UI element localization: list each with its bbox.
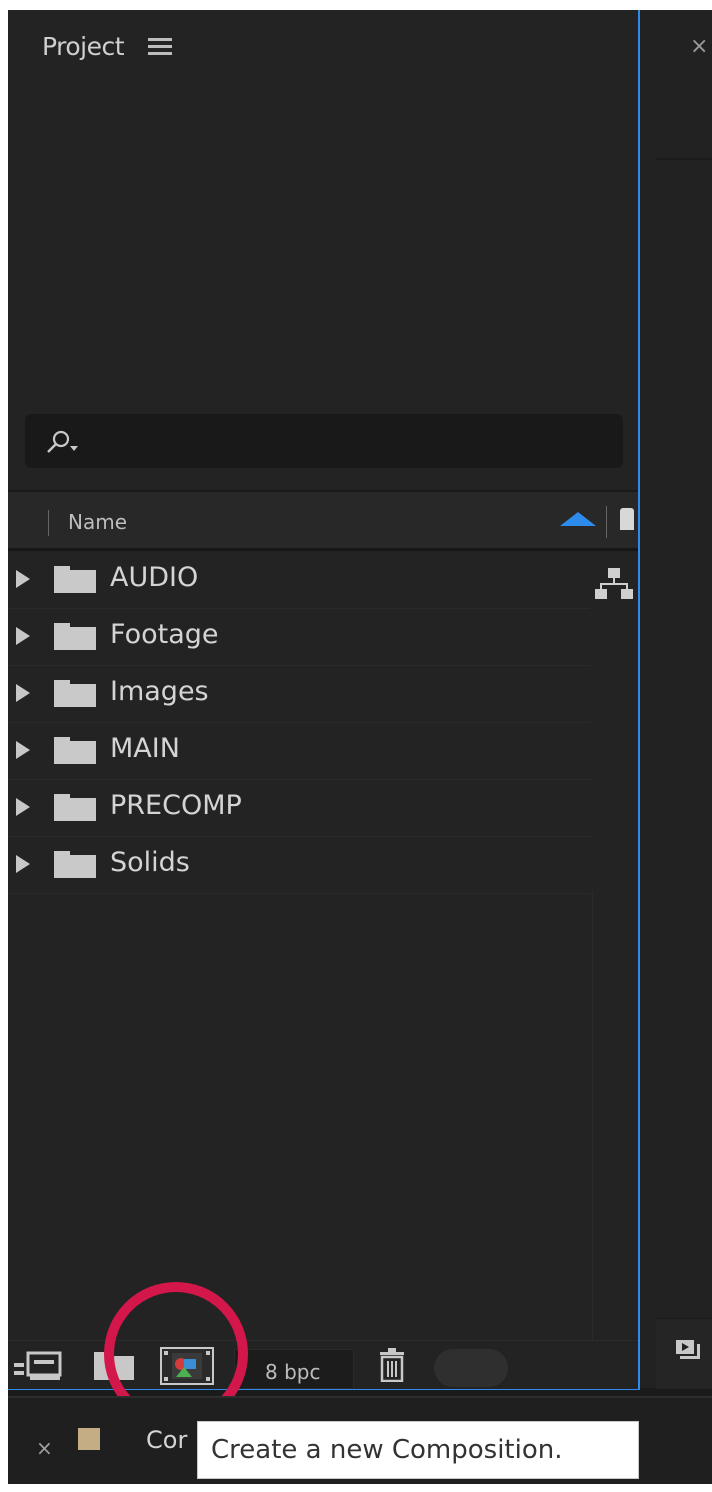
frame-left xyxy=(0,0,8,1492)
folder-icon xyxy=(54,680,96,707)
list-item-footage[interactable]: Footage xyxy=(8,609,590,666)
columns-header: Name xyxy=(8,490,638,551)
panel-header: Project xyxy=(8,10,638,82)
close-icon[interactable]: × xyxy=(690,34,708,59)
list-item-main[interactable]: MAIN xyxy=(8,723,590,780)
frame-bottom xyxy=(0,1484,712,1492)
item-label: Images xyxy=(110,676,209,707)
folder-icon xyxy=(54,737,96,764)
search-input[interactable] xyxy=(25,414,623,468)
divider xyxy=(656,158,712,160)
expand-triangle-icon[interactable] xyxy=(16,798,30,816)
list-item-audio[interactable]: AUDIO xyxy=(8,552,590,609)
expand-triangle-icon[interactable] xyxy=(16,570,30,588)
folder-icon xyxy=(54,851,96,878)
expand-triangle-icon[interactable] xyxy=(16,855,30,873)
expand-triangle-icon[interactable] xyxy=(16,684,30,702)
folder-icon xyxy=(54,623,96,650)
search-icon xyxy=(47,430,78,453)
tooltip: Create a new Composition. xyxy=(197,1421,639,1479)
flowchart-icon[interactable] xyxy=(594,566,634,602)
close-icon[interactable]: × xyxy=(36,1436,53,1460)
empty-list-area[interactable] xyxy=(8,890,593,1340)
panel-title: Project xyxy=(42,31,125,61)
timeline-tab-label[interactable]: Cor xyxy=(146,1426,187,1454)
sort-ascending-icon[interactable] xyxy=(560,512,596,526)
preview-icon[interactable] xyxy=(676,1340,700,1362)
project-panel: Project Name AUDIO Footage Images MAIN P… xyxy=(8,10,640,1390)
frame-top xyxy=(0,0,712,10)
new-composition-icon[interactable] xyxy=(160,1347,214,1385)
composition-color-swatch xyxy=(78,1428,100,1450)
column-header-name[interactable]: Name xyxy=(68,510,127,534)
item-label: Solids xyxy=(110,847,190,878)
list-item-solids[interactable]: Solids xyxy=(8,837,590,894)
project-bottom-toolbar: 8 bpc xyxy=(8,1340,638,1389)
item-label: AUDIO xyxy=(110,562,199,593)
bit-depth-button[interactable]: 8 bpc xyxy=(234,1349,354,1389)
column-divider[interactable] xyxy=(48,510,49,536)
toolbar-slider[interactable] xyxy=(434,1349,508,1387)
list-item-precomp[interactable]: PRECOMP xyxy=(8,780,590,837)
label-column-icon[interactable] xyxy=(620,508,634,530)
project-item-list: AUDIO Footage Images MAIN PRECOMP Solids xyxy=(8,552,638,894)
item-label: Footage xyxy=(110,619,219,650)
folder-icon xyxy=(54,566,96,593)
new-folder-icon[interactable] xyxy=(94,1352,136,1380)
column-divider[interactable] xyxy=(606,506,607,538)
interpret-footage-icon[interactable] xyxy=(14,1349,66,1383)
right-panel: × xyxy=(640,10,712,1389)
trash-icon[interactable] xyxy=(378,1348,406,1382)
expand-triangle-icon[interactable] xyxy=(16,741,30,759)
list-item-images[interactable]: Images xyxy=(8,666,590,723)
bit-depth-label: 8 bpc xyxy=(265,1360,321,1384)
expand-triangle-icon[interactable] xyxy=(16,627,30,645)
item-label: PRECOMP xyxy=(110,790,242,821)
hamburger-menu-icon[interactable] xyxy=(146,35,174,57)
folder-icon xyxy=(54,794,96,821)
item-label: MAIN xyxy=(110,733,180,764)
